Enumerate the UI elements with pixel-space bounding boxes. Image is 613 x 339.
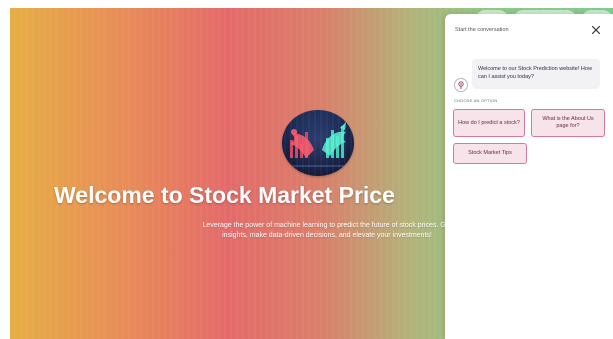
option-button-predict[interactable]: How do I predict a stock? — [453, 109, 525, 137]
chat-header: Start the conversation — [445, 14, 613, 44]
options-label: CHOOSE AN OPTION — [454, 98, 498, 103]
close-icon-svg — [591, 25, 601, 35]
chat-panel: Start the conversation Welcome to our St… — [445, 14, 613, 339]
hero-logo-svg — [282, 110, 354, 176]
option-button-tips[interactable]: Stock Market Tips — [453, 143, 527, 164]
bot-avatar-icon — [454, 78, 468, 92]
option-button-about-us[interactable]: What is the About Us page for? — [531, 109, 605, 137]
hero-subtitle: Leverage the power of machine learning t… — [202, 222, 452, 239]
bot-avatar-svg — [458, 81, 464, 89]
page: Welcome to Stock Market Price Leverage t… — [0, 0, 613, 339]
bot-message-text: Welcome to our Stock Prediction website!… — [478, 66, 592, 80]
bull-bear-chart-icon — [282, 110, 354, 176]
bot-message-bubble: Welcome to our Stock Prediction website!… — [472, 59, 600, 89]
chat-header-title: Start the conversation — [455, 27, 509, 33]
close-icon[interactable] — [589, 23, 603, 37]
hero-title: Welcome to Stock Market Price — [54, 182, 395, 208]
